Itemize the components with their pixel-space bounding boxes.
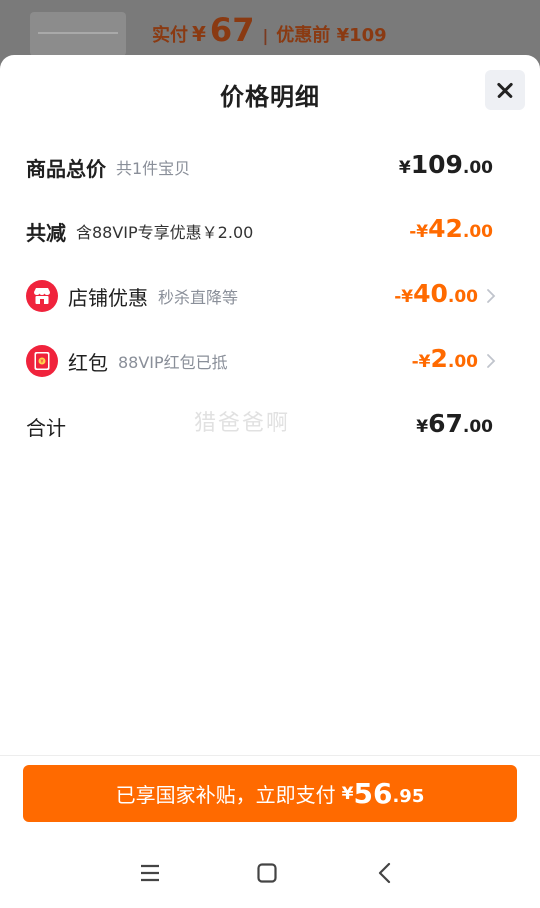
- discount-yen: -¥: [409, 222, 429, 242]
- pay-button-dec: .95: [392, 786, 425, 807]
- discount-label: 共减: [26, 220, 66, 245]
- product-thumbnail: [30, 12, 126, 56]
- total-amount: ¥ 67 .00: [416, 409, 493, 443]
- subtotal-row: 商品总价 共1件宝贝 ¥ 109 .00: [26, 150, 496, 184]
- red-packet-sub: 88VIP红包已抵: [118, 353, 228, 372]
- original-price: 优惠前 ¥109: [276, 25, 387, 46]
- subtotal-yen: ¥: [398, 158, 411, 178]
- home-button[interactable]: [247, 853, 287, 893]
- background-price: 实付 ¥ 67 | 优惠前 ¥109: [152, 14, 387, 47]
- paid-yen: ¥: [192, 22, 206, 46]
- total-dec: .00: [462, 417, 493, 437]
- price-detail-sheet: 价格明细 商品总价 共1件宝贝 ¥ 109 .00 共减 含88VIP专享优惠￥…: [0, 55, 540, 908]
- pay-button[interactable]: 已享国家补贴，立即支付 ¥ 56 .95: [23, 765, 517, 822]
- subtotal-amount: ¥ 109 .00: [399, 150, 493, 184]
- pay-button-text: 已享国家补贴，立即支付: [115, 783, 336, 807]
- pay-button-yen: ¥: [341, 783, 354, 804]
- menu-icon: [141, 864, 159, 882]
- total-yen: ¥: [416, 417, 429, 437]
- store-discount-dec: .00: [447, 287, 478, 307]
- total-label: 合计: [26, 415, 66, 440]
- subtotal-label: 商品总价: [26, 156, 106, 181]
- store-icon: [26, 280, 58, 312]
- store-discount-int: 40: [413, 279, 448, 308]
- svg-text:¥: ¥: [40, 359, 43, 365]
- store-discount-row[interactable]: 店铺优惠 秒杀直降等 -¥ 40 .00: [26, 279, 496, 313]
- discount-dec: .00: [462, 222, 493, 242]
- home-icon: [257, 863, 277, 883]
- red-packet-int: 2: [430, 344, 448, 373]
- chevron-right-icon: [487, 354, 496, 368]
- subtotal-sub: 共1件宝贝: [116, 159, 191, 178]
- subtotal-int: 109: [410, 150, 463, 179]
- store-discount-yen: -¥: [394, 287, 414, 307]
- close-button[interactable]: [485, 70, 525, 110]
- store-discount-amount: -¥ 40 .00: [394, 279, 478, 313]
- red-packet-dec: .00: [447, 352, 478, 372]
- red-packet-row[interactable]: ¥ 红包 88VIP红包已抵 -¥ 2 .00: [26, 344, 496, 378]
- chevron-right-icon: [487, 289, 496, 303]
- price-separator: |: [262, 26, 269, 45]
- subtotal-dec: .00: [462, 158, 493, 178]
- paid-label: 实付: [152, 25, 188, 46]
- paid-amount: 67: [209, 11, 255, 49]
- red-packet-icon: ¥: [26, 345, 58, 377]
- store-discount-sub: 秒杀直降等: [158, 288, 239, 307]
- discount-row: 共减 含88VIP专享优惠￥2.00 -¥ 42 .00: [26, 214, 496, 248]
- red-packet-amount: -¥ 2 .00: [412, 344, 478, 378]
- total-int: 67: [428, 409, 463, 438]
- divider: [0, 755, 540, 756]
- back-icon: [378, 862, 391, 884]
- red-packet-label: 红包: [68, 350, 108, 375]
- sheet-title: 价格明细: [220, 83, 320, 111]
- system-nav-bar: [0, 835, 540, 908]
- menu-button[interactable]: [130, 853, 170, 893]
- red-packet-yen: -¥: [411, 352, 431, 372]
- discount-int: 42: [428, 214, 463, 243]
- watermark: 猎爸爸啊: [194, 411, 291, 436]
- pay-button-int: 56: [353, 777, 393, 810]
- back-button[interactable]: [365, 853, 405, 893]
- store-discount-label: 店铺优惠: [68, 285, 148, 310]
- discount-sub: 含88VIP专享优惠￥2.00: [76, 223, 254, 242]
- discount-amount: -¥ 42 .00: [409, 214, 493, 248]
